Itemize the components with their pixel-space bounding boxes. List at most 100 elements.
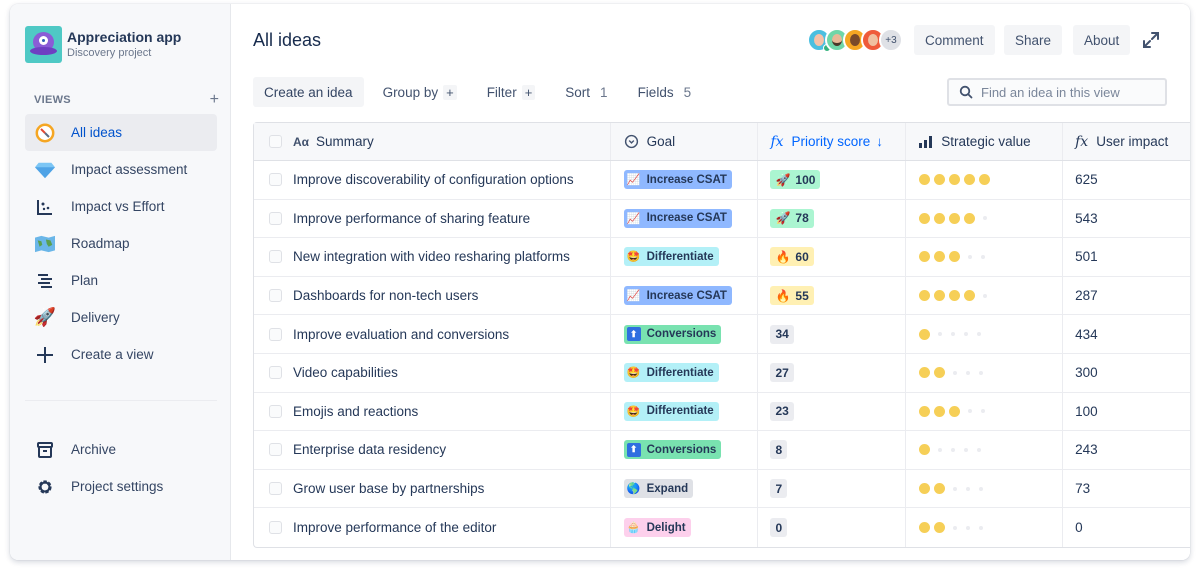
more-collaborators-badge[interactable]: +3 <box>879 28 903 52</box>
rating-dot-filled <box>949 405 961 417</box>
strategic-value-rating[interactable] <box>919 367 988 379</box>
star-struck-icon: 🤩 <box>626 251 641 264</box>
idea-summary[interactable]: Emojis and reactions <box>293 404 418 419</box>
strategic-value-rating[interactable] <box>919 483 988 495</box>
idea-summary[interactable]: Improve performance of sharing feature <box>293 211 530 226</box>
table-row[interactable]: New integration with video resharing pla… <box>254 238 1190 277</box>
goal-tag[interactable]: 🤩 Differentiate <box>623 247 719 267</box>
rating-dot-empty <box>979 486 984 491</box>
idea-summary[interactable]: Video capabilities <box>293 365 398 380</box>
group-by-button[interactable]: Group by + <box>372 77 468 107</box>
collaborators[interactable]: +3 <box>807 28 903 52</box>
goal-tag[interactable]: 🤩 Differentiate <box>623 401 719 421</box>
sidebar-item-plan[interactable]: Plan <box>25 262 217 299</box>
idea-summary[interactable]: Dashboards for non-tech users <box>293 288 478 303</box>
search-box[interactable] <box>947 78 1167 106</box>
chart-up-icon: 📈 <box>626 212 641 225</box>
column-header-strategic[interactable]: Strategic value <box>941 134 1030 149</box>
strategic-value-rating[interactable] <box>919 522 988 534</box>
sidebar-item-impact-vs-effort[interactable]: Impact vs Effort <box>25 188 217 225</box>
row-checkbox[interactable] <box>269 443 282 457</box>
goal-tag[interactable]: 📈 Increase CSAT <box>623 208 732 228</box>
table-row[interactable]: Improve evaluation and conversions ⬆ Conve… <box>254 315 1190 354</box>
table-row[interactable]: Improve performance of sharing feature 📈 I… <box>254 199 1190 239</box>
about-button[interactable]: About <box>1073 25 1131 55</box>
goal-tag[interactable]: 🤩 Differentiate <box>623 363 719 383</box>
row-checkbox[interactable] <box>269 521 282 535</box>
table-row[interactable]: Video capabilities 🤩 Differentiate 27 300 <box>254 353 1190 393</box>
row-checkbox[interactable] <box>269 289 282 303</box>
strategic-value-rating[interactable] <box>919 290 992 302</box>
user-impact-value: 0 <box>1075 520 1083 536</box>
page-title: All ideas <box>253 30 322 50</box>
idea-summary[interactable]: Improve evaluation and conversions <box>293 327 509 342</box>
sidebar-item-roadmap[interactable]: Roadmap <box>25 225 217 262</box>
goal-tag[interactable]: 🌎 Expand <box>623 479 694 499</box>
filter-button[interactable]: Filter + <box>476 77 547 107</box>
column-header-goal[interactable]: Goal <box>647 134 676 149</box>
goal-tag[interactable]: ⬆ Conversions <box>623 440 722 460</box>
select-all-checkbox[interactable] <box>269 135 282 148</box>
sidebar-item-archive[interactable]: Archive <box>25 431 217 468</box>
sidebar-item-create-a-view[interactable]: Create a view <box>25 336 217 373</box>
row-checkbox[interactable] <box>269 366 282 380</box>
table-row[interactable]: Dashboards for non-tech users 📈 Increase C… <box>254 276 1190 316</box>
sidebar-item-label: Impact vs Effort <box>71 199 165 214</box>
rating-dot-empty <box>953 525 958 530</box>
fields-button[interactable]: Fields 5 <box>627 77 703 107</box>
row-checkbox[interactable] <box>269 173 282 187</box>
user-impact-value: 625 <box>1075 172 1098 188</box>
sidebar-item-project-settings[interactable]: Project settings <box>25 468 217 505</box>
rating-dot-filled <box>949 290 961 302</box>
row-checkbox[interactable] <box>269 404 282 418</box>
table-row[interactable]: Enterprise data residency ⬆ Conversions 8 24… <box>254 431 1190 470</box>
sidebar-item-delivery[interactable]: 🚀 Delivery <box>25 299 217 336</box>
strategic-value-rating[interactable] <box>919 444 986 456</box>
sidebar-item-all-ideas[interactable]: All ideas <box>25 114 217 151</box>
priority-score-value: 78 <box>795 211 809 226</box>
table-row[interactable]: Emojis and reactions 🤩 Differentiate 23 100 <box>254 392 1190 432</box>
sort-button[interactable]: Sort 1 <box>554 77 618 107</box>
strategic-value-rating[interactable] <box>919 251 990 263</box>
goal-tag[interactable]: 📈 Increase CSAT <box>623 170 732 190</box>
table-row[interactable]: Improve performance of the editor 🧁 Deligh… <box>254 508 1190 547</box>
goal-tag[interactable]: 🧁 Delight <box>623 518 691 538</box>
search-input[interactable] <box>981 84 1161 100</box>
sort-descending-icon[interactable]: ↓ <box>876 134 883 149</box>
goal-tag[interactable]: ⬆ Conversions <box>623 324 722 344</box>
column-header-user-impact[interactable]: User impact <box>1096 134 1168 149</box>
rating-dot-filled <box>934 251 946 263</box>
comment-button[interactable]: Comment <box>914 25 995 55</box>
table-row[interactable]: Improve discoverability of configuration… <box>254 161 1190 200</box>
column-header-summary[interactable]: Summary <box>316 134 374 149</box>
table-row[interactable]: Grow user base by partnerships 🌎 Expand 7 73 <box>254 469 1190 509</box>
add-view-button[interactable]: + <box>210 92 219 108</box>
sidebar-item-impact-assessment[interactable]: Impact assessment <box>25 151 217 188</box>
sidebar-item-label: All ideas <box>71 125 123 140</box>
idea-summary[interactable]: Improve performance of the editor <box>293 520 496 535</box>
map-icon <box>35 234 55 254</box>
column-header-priority[interactable]: Priority score <box>792 134 871 149</box>
goal-tag[interactable]: 📈 Increase CSAT <box>623 286 732 306</box>
row-checkbox[interactable] <box>269 482 282 496</box>
idea-summary[interactable]: Grow user base by partnerships <box>293 481 484 496</box>
create-idea-button[interactable]: Create an idea <box>253 77 364 107</box>
idea-summary[interactable]: Enterprise data residency <box>293 442 446 457</box>
row-checkbox[interactable] <box>269 327 282 341</box>
rating-field-icon <box>919 135 933 148</box>
row-checkbox[interactable] <box>269 211 282 225</box>
strategic-value-rating[interactable] <box>919 212 992 224</box>
strategic-value-rating[interactable] <box>919 405 990 417</box>
priority-score-value: 7 <box>775 481 783 496</box>
views-nav: All ideas Impact assessment Impact vs Effo… <box>25 114 217 373</box>
fields-label: Fields <box>637 84 674 100</box>
idea-summary[interactable]: New integration with video resharing pla… <box>293 249 570 264</box>
strategic-value-rating[interactable] <box>919 174 994 186</box>
idea-summary[interactable]: Improve discoverability of configuration… <box>293 172 574 187</box>
rating-dot-empty <box>979 370 984 375</box>
expand-icon[interactable] <box>1141 30 1161 50</box>
strategic-value-rating[interactable] <box>919 328 986 340</box>
project-header[interactable]: Appreciation app Discovery project <box>25 26 181 63</box>
share-button[interactable]: Share <box>1004 25 1063 55</box>
row-checkbox[interactable] <box>269 250 282 264</box>
